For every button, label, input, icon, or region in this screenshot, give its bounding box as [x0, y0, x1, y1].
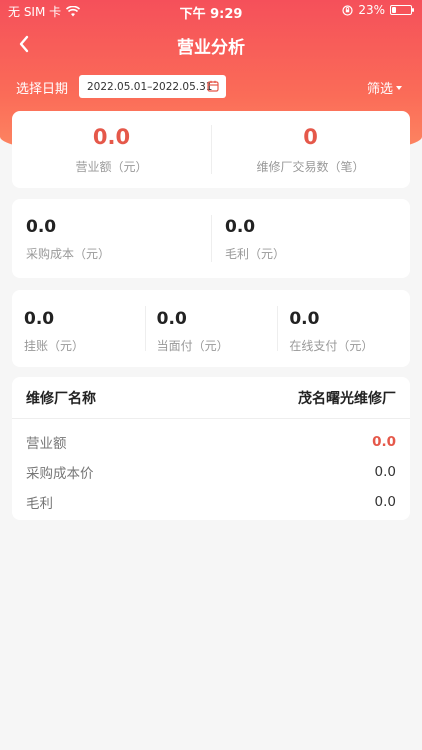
- cost-card: 0.0 采购成本（元） 0.0 毛利（元）: [12, 199, 410, 278]
- detail-header-label: 维修厂名称: [26, 390, 96, 407]
- list-item: 毛利 0.0: [12, 487, 410, 517]
- battery-percent: 23%: [358, 3, 385, 17]
- calendar-icon: [207, 80, 219, 92]
- credit-cell: 0.0 挂账（元）: [12, 290, 145, 367]
- battery-icon: [390, 5, 414, 15]
- transaction-count-value: 0: [303, 124, 318, 149]
- purchase-cost-label: 采购成本（元）: [26, 247, 111, 261]
- transaction-count-label: 维修厂交易数（笔）: [256, 159, 365, 174]
- face-pay-value: 0.0: [156, 309, 187, 329]
- detail-row-label: 营业额: [26, 436, 67, 452]
- list-item: 采购成本价 0.0: [12, 457, 410, 487]
- transaction-count-cell: 0 维修厂交易数（笔）: [211, 111, 410, 188]
- face-pay-label: 当面付（元）: [156, 339, 229, 353]
- status-right: 23%: [342, 3, 414, 17]
- purchase-cost-cell: 0.0 采购成本（元）: [12, 199, 211, 278]
- date-range-picker[interactable]: 2022.05.01–2022.05.31: [79, 75, 226, 98]
- detail-card[interactable]: 维修厂名称 茂名曙光维修厂 营业额 0.0 采购成本价 0.0 毛利 0.0: [12, 377, 410, 520]
- orientation-lock-icon: [342, 4, 353, 16]
- gross-profit-cell: 0.0 毛利（元）: [211, 199, 410, 278]
- repair-shop-name: 茂名曙光维修厂: [298, 390, 396, 407]
- detail-header: 维修厂名称 茂名曙光维修厂: [12, 377, 410, 419]
- detail-row-value: 0.0: [374, 464, 396, 480]
- battery-fill: [392, 7, 396, 13]
- revenue-label: 营业额（元）: [75, 159, 148, 174]
- filter-button-label: 筛选: [366, 82, 393, 97]
- status-bar: 无 SIM 卡 下午 9:29 23%: [0, 0, 422, 22]
- detail-rows: 营业额 0.0 采购成本价 0.0 毛利 0.0: [12, 419, 410, 517]
- summary-card: 0.0 营业额（元） 0 维修厂交易数（笔）: [12, 111, 410, 188]
- date-filter-label: 选择日期: [16, 82, 69, 97]
- gross-profit-value: 0.0: [225, 217, 256, 237]
- detail-row-value: 0.0: [372, 434, 396, 450]
- online-pay-cell: 0.0 在线支付（元）: [277, 290, 410, 367]
- caret-down-icon: [396, 85, 402, 90]
- purchase-cost-value: 0.0: [26, 217, 57, 237]
- face-pay-cell: 0.0 当面付（元）: [144, 290, 278, 367]
- online-pay-value: 0.0: [289, 309, 320, 329]
- payment-card: 0.0 挂账（元） 0.0 当面付（元） 0.0 在线支付（元）: [12, 290, 410, 367]
- online-pay-label: 在线支付（元）: [289, 339, 374, 353]
- filter-row: 选择日期 2022.05.01–2022.05.31 筛选: [0, 74, 422, 100]
- list-item: 营业额 0.0: [12, 427, 410, 457]
- date-range-text: 2022.05.01–2022.05.31: [87, 80, 213, 93]
- detail-row-value: 0.0: [374, 494, 396, 510]
- revenue-cell: 0.0 营业额（元）: [12, 111, 211, 188]
- gross-profit-label: 毛利（元）: [225, 247, 286, 261]
- revenue-value: 0.0: [92, 124, 131, 149]
- credit-value: 0.0: [24, 309, 55, 329]
- credit-label: 挂账（元）: [24, 339, 85, 353]
- detail-row-label: 毛利: [26, 496, 53, 512]
- page-title: 营业分析: [177, 38, 245, 58]
- filter-button[interactable]: 筛选: [367, 78, 402, 97]
- nav-bar: 营业分析: [0, 28, 422, 60]
- detail-row-label: 采购成本价: [26, 466, 94, 482]
